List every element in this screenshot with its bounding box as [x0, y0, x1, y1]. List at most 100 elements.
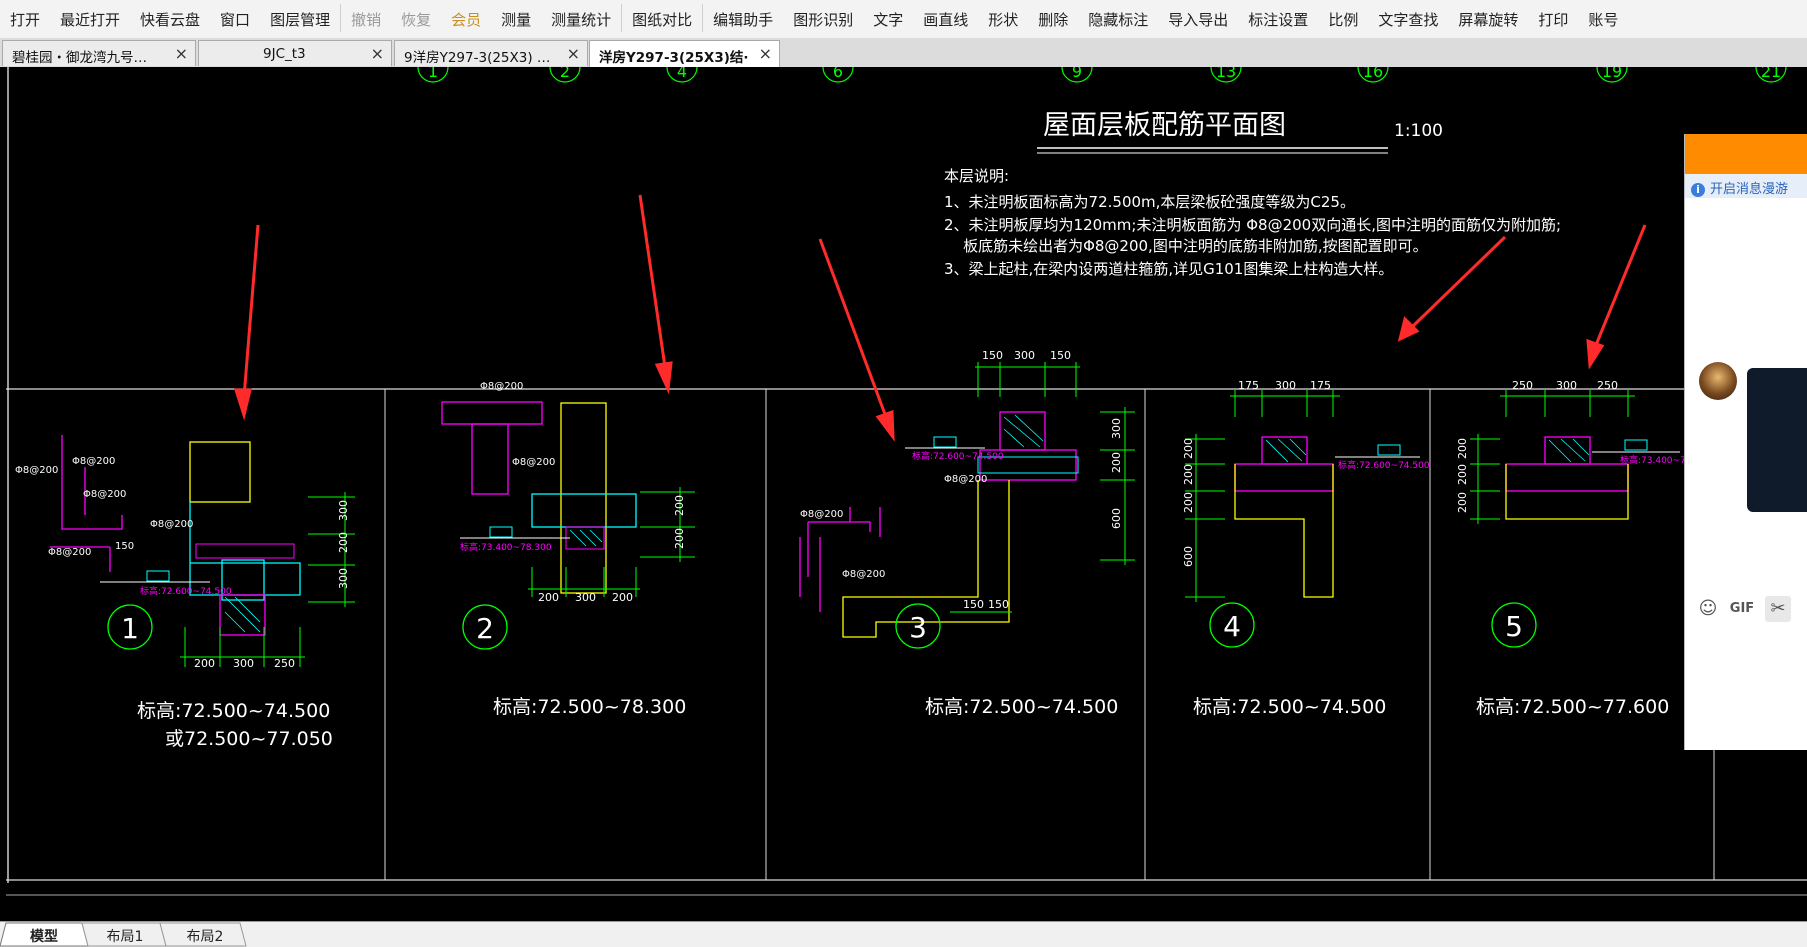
draw-line-button[interactable]: 画直线 [913, 8, 978, 38]
section-number: 3 [909, 611, 927, 644]
dimension-labels: 250 300 250 200 200 200 [1456, 379, 1618, 513]
scale-button[interactable]: 比例 [1318, 8, 1368, 38]
document-tab[interactable]: 9JC_t3 × [198, 40, 392, 66]
section-number: 4 [1223, 610, 1241, 643]
drawing-title: 屋面层板配筋平面图 [1043, 110, 1286, 141]
scissors-icon[interactable]: ✂ [1765, 596, 1791, 622]
chat-header [1685, 134, 1807, 174]
close-icon[interactable]: × [175, 44, 188, 63]
section-detail-3: Φ8@200 Φ8@200 Φ8@200 标高:72.600~74.500 15… [799, 349, 1135, 718]
arrow-icon [242, 224, 260, 398]
arrow-icon [1594, 224, 1647, 346]
account-button[interactable]: 账号 [1578, 8, 1628, 38]
text-button[interactable]: 文字 [863, 8, 913, 38]
print-button[interactable]: 打印 [1528, 8, 1578, 38]
text-search-button[interactable]: 文字查找 [1368, 8, 1448, 38]
dim-label: 150 [982, 349, 1003, 362]
column-outline [1261, 436, 1308, 465]
tab-label: 9JC_t3 [263, 46, 306, 62]
edit-assistant-button[interactable]: 编辑助手 [703, 8, 783, 38]
cloud-disk-button[interactable]: 快看云盘 [130, 8, 210, 38]
dimension-lines [180, 492, 355, 667]
open-button[interactable]: 打开 [0, 8, 50, 38]
delete-button[interactable]: 删除 [1028, 8, 1078, 38]
close-icon[interactable]: × [759, 44, 772, 63]
rebar-label: Φ8@200 [800, 509, 843, 520]
tab-layout1[interactable]: 布局1 [92, 924, 158, 945]
gif-icon[interactable]: GIF [1729, 596, 1755, 622]
slab-outline [441, 401, 543, 425]
dim-label: 300 [1275, 379, 1296, 392]
axis-label: 9 [1072, 67, 1082, 81]
info-icon: i [1691, 183, 1705, 197]
section-number: 1 [121, 612, 139, 645]
dim-label: 300 [1014, 349, 1035, 362]
arrow-icon [818, 238, 888, 418]
axis-label: 16 [1363, 67, 1383, 81]
emoji-icon[interactable]: ☺ [1695, 596, 1721, 622]
annotation-settings-button[interactable]: 标注设置 [1238, 8, 1318, 38]
elevation-cut-label: 标高:72.600~74.500 [140, 585, 232, 597]
rebar-labels: Φ8@200 Φ8@200 Φ8@200 Φ8@200 Φ8@200 150 [15, 456, 193, 558]
section-elevation: 标高:72.500~74.500 [137, 700, 330, 722]
close-icon[interactable]: × [567, 44, 580, 63]
screen-rotate-button[interactable]: 屏幕旋转 [1448, 8, 1528, 38]
section-elevation: 标高:72.500~78.300 [493, 696, 686, 718]
recent-open-button[interactable]: 最近打开 [50, 8, 130, 38]
drawing-compare-button[interactable]: 图纸对比 [622, 8, 702, 38]
elevation-marker [489, 526, 513, 538]
arrow-icon [638, 194, 667, 368]
elevation-cut-label: 标高:73.400~78.300 [460, 541, 552, 553]
dim-label: 200 [194, 657, 215, 670]
undo-button[interactable]: 撤销 [341, 8, 391, 38]
layer-manager-button[interactable]: 图层管理 [260, 8, 340, 38]
elevation-cut-label: 标高:72.600~74.500 [912, 450, 1004, 462]
dimension-labels: 175 300 175 200 200 200 600 [1182, 379, 1331, 567]
shape-recognition-button[interactable]: 图形识别 [783, 8, 863, 38]
column-outline [189, 441, 251, 503]
dim-label: 300 [337, 500, 350, 521]
dim-label: 300 [1110, 418, 1123, 439]
drawing-canvas[interactable]: 1 2 4 6 9 13 16 19 21 屋面层板配筋平面图 1:100 本层… [0, 67, 1807, 921]
main-toolbar: 打开 最近打开 快看云盘 窗口 图层管理 撤销 恢复 会员 测量 测量统计 图纸… [0, 0, 1807, 38]
beam-outline [189, 502, 301, 596]
redo-button[interactable]: 恢复 [391, 8, 441, 38]
axis-label: 19 [1602, 67, 1622, 81]
tab-label: 洋房Y297-3(25X3)结· [599, 50, 749, 66]
notes-header: 本层说明: [944, 167, 1009, 185]
elevation-marker [146, 570, 170, 582]
dim-label: 150 [1050, 349, 1071, 362]
measure-stats-button[interactable]: 测量统计 [541, 8, 621, 38]
notice-text: 开启消息漫游 [1710, 182, 1789, 197]
message-roaming-notice[interactable]: i 开启消息漫游 [1685, 174, 1807, 198]
dim-label: 200 [1456, 492, 1469, 513]
vip-button[interactable]: 会员 [441, 8, 491, 38]
shape-button[interactable]: 形状 [978, 8, 1028, 38]
close-icon[interactable]: × [371, 44, 384, 63]
window-button[interactable]: 窗口 [210, 8, 260, 38]
import-export-button[interactable]: 导入导出 [1158, 8, 1238, 38]
tab-layout2[interactable]: 布局2 [172, 924, 238, 945]
hatch [1003, 414, 1044, 448]
hatch [569, 529, 603, 547]
dimension-lines [1185, 390, 1340, 602]
document-tab[interactable]: 碧桂园・御龙湾九号… × [2, 40, 196, 66]
document-tab-active[interactable]: 洋房Y297-3(25X3)结· × [589, 40, 780, 67]
rebar-label: Φ8@200 [944, 474, 987, 485]
chat-image-message[interactable] [1747, 368, 1807, 512]
dim-label: 150 [988, 598, 1009, 611]
arrow-head-icon [1586, 338, 1605, 370]
section-detail-2: Φ8@200 Φ8@200 标高:73.400~78.300 200 200 2… [441, 381, 695, 718]
axis-label: 6 [833, 67, 843, 81]
avatar[interactable] [1699, 362, 1737, 400]
column-outline [560, 402, 607, 594]
hide-annotations-button[interactable]: 隐藏标注 [1078, 8, 1158, 38]
measure-button[interactable]: 测量 [491, 8, 541, 38]
tab-label: 9洋房Y297-3(25X3) … [404, 50, 551, 66]
dim-label: 300 [1556, 379, 1577, 392]
dim-label: 250 [1512, 379, 1533, 392]
tab-model[interactable]: 模型 [12, 924, 76, 945]
document-tab[interactable]: 9洋房Y297-3(25X3) … × [394, 40, 588, 66]
beam-outline [1234, 463, 1334, 492]
grid-axis-bubbles [417, 67, 1787, 83]
